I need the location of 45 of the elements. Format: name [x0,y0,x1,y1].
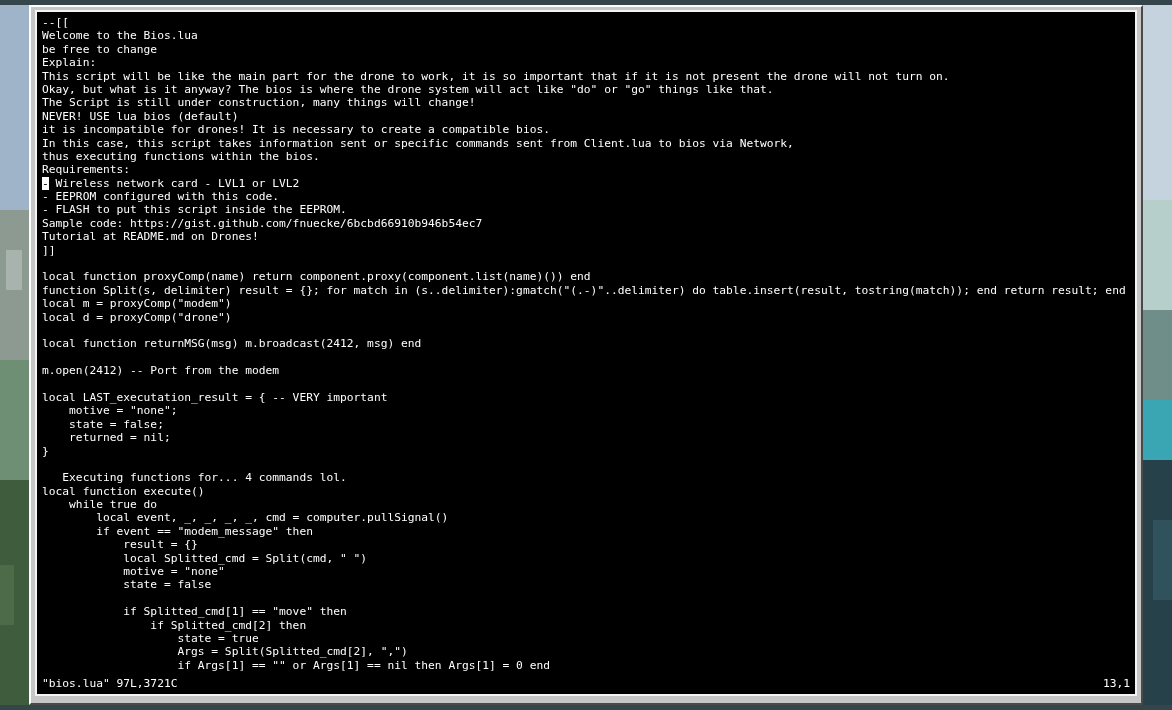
code-line: The Script is still under construction, many things will change! [42,96,476,110]
code-line: Requirements: [42,163,131,177]
code-line: local function execute() [42,484,205,499]
code-line: state = false [122,578,212,592]
code-line: if Splitted_cmd[1] == "move" then [122,605,347,619]
code-line: local m = proxyComp("modem") [42,297,232,311]
code-line: Welcome to the Bios.lua [42,29,198,43]
code-line: result = {} [122,538,198,552]
code-line: Executing functions for... 4 commands lol. [61,471,347,485]
code-line: it is incompatible for drones! It is necessary to create a compatible bios. [42,123,550,137]
code-line: - Wireless network card - LVL1 or LVL2 [42,176,300,191]
code-line: thus executing functions within the bios. [42,149,320,164]
code-line: state = true [177,631,259,646]
code-line: NEVER! USE lua bios (default) [42,109,239,124]
code-line: Explain: [42,56,97,70]
code-line: This script will be like the main part for the drone to work, it is so important that if it is not present the drone will not turn on. [42,69,950,83]
code-line: Sample code: https://gist.github.com/fnuecke/6bcbd66910b946b54ec7 [42,216,483,231]
code-line: --[[ [42,16,70,30]
code-line: state = false; [68,417,164,432]
code-line: local event, _, _, _, _, cmd = computer.pullSignal() [95,511,449,525]
code-line: local d = proxyComp("drone") [42,310,232,324]
code-line: Okay, but what is it anyway? The bios is where the drone system will act like "do" or "go" things like that. [42,82,774,97]
code-line: } [42,444,49,458]
code-line: be free to change [42,42,158,57]
code-line: local LAST_executation_result = { -- VERY important [42,390,388,405]
code-line: while true do [68,498,158,512]
code-line: Tutorial at README.md on Drones! [42,230,259,244]
code-line: local Splitted_cmd = Split(cmd, " ") [122,551,368,565]
code-line: Args = Split(Splitted_cmd[2], ",") [176,645,408,659]
code-line: returned = nil; [68,431,171,445]
code-line: if event == "modem_message" then [95,524,313,539]
code-line: In this case, this script takes information sent or specific commands sent from Client.lua to bios via Network, [42,136,794,150]
cursor-position: 13,1 [1102,676,1130,690]
code-line: m.open(2412) -- Port from the modem [42,364,280,378]
code-line: ]] [42,243,56,258]
code-line: - FLASH to put this script inside the EEPROM. [42,203,347,217]
code-line: - EEPROM configured with this code. [42,190,280,204]
code-line: motive = "none" [122,565,225,579]
code-line: if Splitted_cmd[2] then [149,618,307,632]
code-line: function Split(s, delimiter) result = {}; for match in (s..delimiter):gmatch("(.-)"..delimiter) do table.insert(result, tostring(match)); end return result; end [42,283,1126,298]
code-line: if Args[1] == "" or Args[1] == nil then Args[1] = 0 end [176,658,550,673]
code-line: local function proxyComp(name) return component.proxy(component.list(name)()) end [42,270,591,284]
code-line: motive = "none"; [68,404,178,418]
code-line: local function returnMSG(msg) m.broadcast(2412, msg) end [42,337,422,351]
file-info: "bios.lua" 97L,3721C [42,676,178,690]
